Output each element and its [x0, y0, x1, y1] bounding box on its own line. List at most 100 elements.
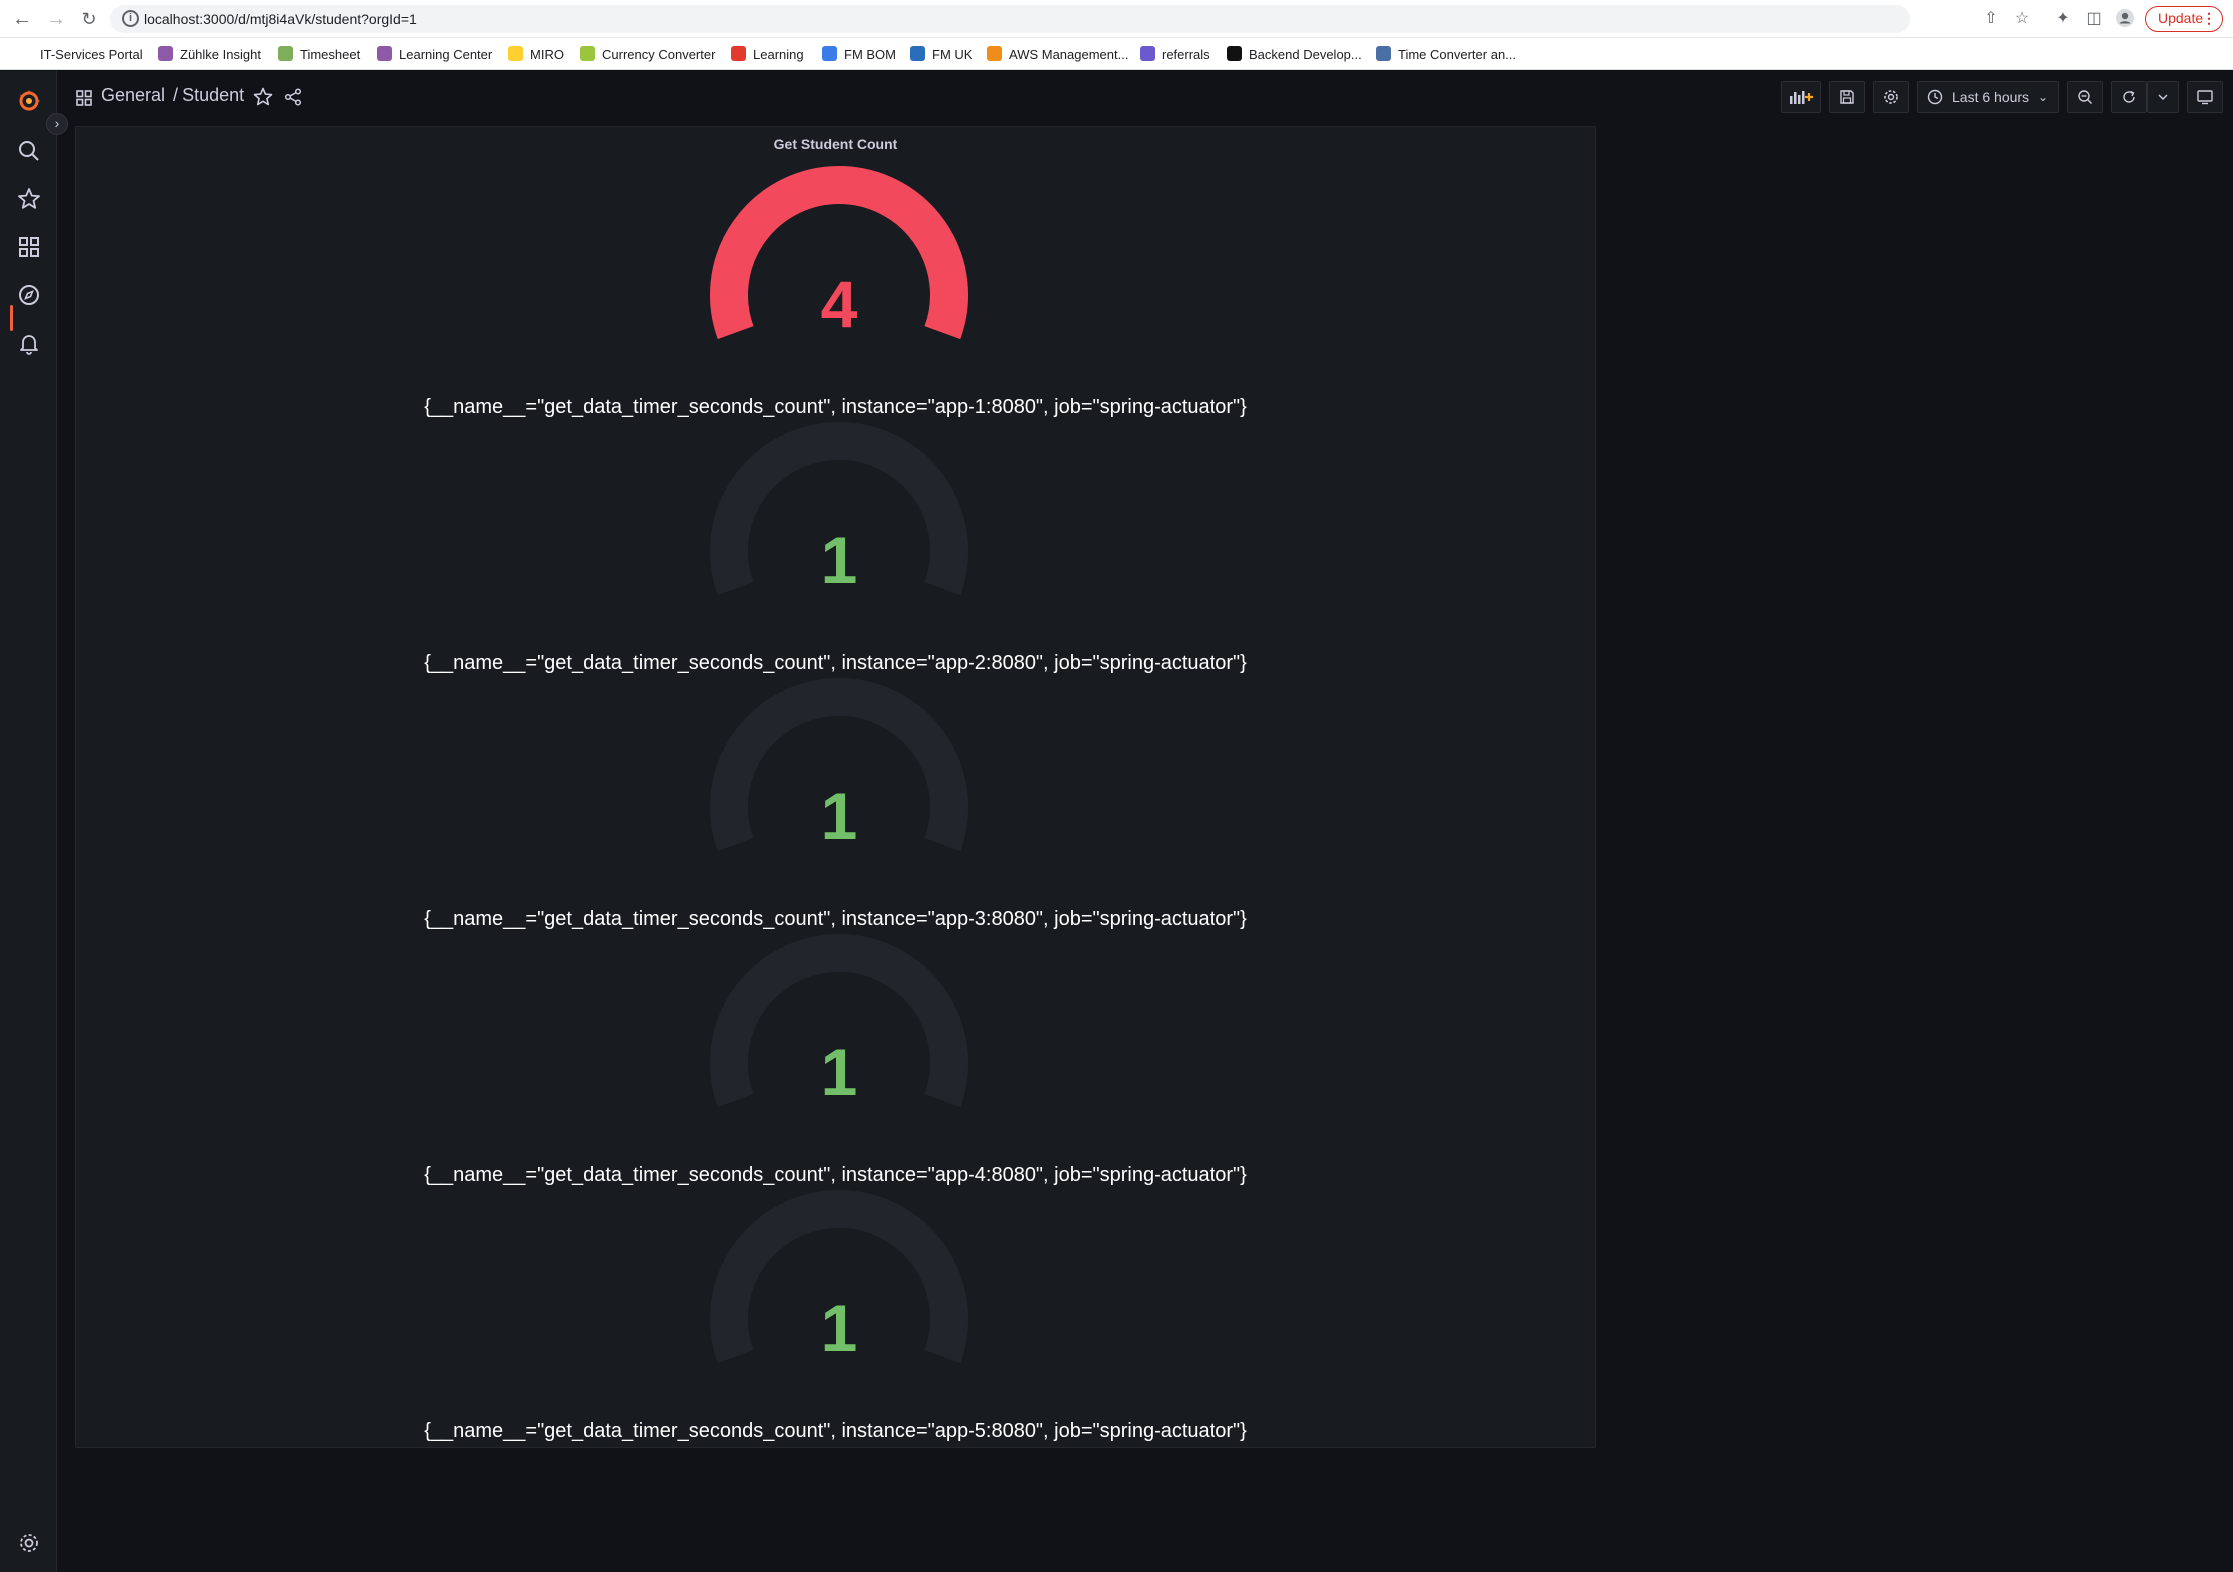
dashboard-navbar: General / Student Last 6 hours ⌄ — [57, 71, 2233, 125]
bookmark-item[interactable]: Zühlke Insight — [158, 46, 261, 64]
gauge: 1 — [710, 678, 968, 853]
bookmark-item[interactable]: Learning — [731, 46, 804, 64]
bookmark-item[interactable]: FM UK — [910, 46, 972, 64]
gauge-item: 1 {__name__="get_data_timer_seconds_count… — [76, 934, 1595, 1195]
bookmark-label: AWS Management... — [1009, 47, 1129, 62]
bookmark-favicon-icon — [822, 46, 837, 61]
bookmark-item[interactable]: Timesheet — [278, 46, 360, 64]
gauge-value: 1 — [821, 1291, 858, 1365]
panel-title[interactable]: Get Student Count — [76, 136, 1595, 152]
update-label: Update — [2158, 10, 2204, 26]
gauge-item: 4 {__name__="get_data_timer_seconds_count… — [76, 166, 1595, 427]
bookmarks-bar: IT-Services Portal Zühlke Insight Timeshee… — [0, 38, 2233, 70]
explore-icon[interactable] — [16, 282, 42, 308]
save-dashboard-button[interactable] — [1829, 81, 1865, 113]
share-page-icon[interactable]: ⇧ — [1980, 8, 2002, 30]
search-icon[interactable] — [16, 138, 42, 164]
breadcrumb-folder[interactable]: General — [101, 85, 165, 105]
zoom-out-icon — [2078, 90, 2092, 104]
bookmark-star-icon[interactable]: ☆ — [2011, 8, 2033, 30]
side-panel-icon[interactable]: ◫ — [2083, 8, 2105, 30]
time-range-picker[interactable]: Last 6 hours ⌄ — [1917, 81, 2059, 113]
gauge: 1 — [710, 422, 968, 597]
bookmark-label: IT-Services Portal — [40, 47, 143, 62]
gauge-value: 1 — [821, 779, 858, 853]
bookmark-label: Learning Center — [399, 47, 493, 62]
share-dashboard-icon[interactable] — [283, 87, 303, 107]
profile-icon[interactable] — [2114, 8, 2136, 30]
save-icon — [1840, 90, 1854, 104]
refresh-button[interactable] — [2111, 81, 2147, 113]
gauge-value: 1 — [821, 523, 858, 597]
bookmark-item[interactable]: Learning Center — [377, 46, 492, 64]
gauge-item: 1 {__name__="get_data_timer_seconds_count… — [76, 678, 1595, 939]
gauge: 4 — [710, 166, 968, 341]
site-info-icon[interactable]: i — [122, 10, 139, 27]
url-text[interactable]: localhost:3000/d/mtj8i4aVk/student?orgId… — [144, 11, 417, 27]
bookmark-item[interactable]: IT-Services Portal — [40, 46, 143, 64]
bookmark-item[interactable]: Currency Converter — [580, 46, 715, 64]
bookmark-label: Learning — [753, 47, 804, 62]
bookmark-favicon-icon — [731, 46, 746, 61]
bookmark-favicon-icon — [158, 46, 173, 61]
back-icon[interactable]: ← — [10, 7, 34, 31]
extensions-icon[interactable]: ✦ — [2052, 8, 2074, 30]
zoom-out-button[interactable] — [2067, 81, 2103, 113]
bookmark-item[interactable]: referrals — [1140, 46, 1210, 64]
refresh-interval-dropdown[interactable] — [2147, 81, 2179, 113]
address-bar[interactable]: i localhost:3000/d/mtj8i4aVk/student?org… — [110, 5, 1910, 33]
gauge-value: 1 — [821, 1035, 858, 1109]
grafana-logo-icon[interactable] — [16, 88, 42, 114]
bookmark-favicon-icon — [1376, 46, 1391, 61]
mark-favorite-star-icon[interactable] — [252, 86, 274, 108]
gauge-series-label: {__name__="get_data_timer_seconds_count"… — [424, 908, 1247, 930]
menu-dots-icon[interactable]: ⋮ — [2202, 7, 2216, 30]
gauge-value: 4 — [821, 267, 858, 341]
bookmark-label: MIRO — [530, 47, 564, 62]
bookmark-label: FM UK — [932, 47, 973, 62]
breadcrumb-dashboard[interactable]: Student — [182, 85, 244, 105]
gauge-series-label: {__name__="get_data_timer_seconds_count"… — [424, 1420, 1247, 1442]
bookmark-favicon-icon — [1140, 46, 1155, 61]
bookmark-item[interactable]: FM BOM — [822, 46, 896, 64]
bookmark-item[interactable]: MIRO — [508, 46, 564, 64]
bookmark-item[interactable]: Time Converter an... — [1376, 46, 1516, 64]
breadcrumb-separator: / — [173, 85, 179, 105]
bookmark-label: Backend Develop... — [1249, 47, 1362, 62]
bookmark-label: FM BOM — [844, 47, 896, 62]
forward-icon[interactable]: → — [44, 7, 68, 31]
update-button[interactable]: Update ⋮ — [2145, 6, 2223, 32]
settings-gear-icon — [1884, 90, 1898, 104]
gauge-series-label: {__name__="get_data_timer_seconds_count"… — [424, 396, 1247, 418]
chevron-down-icon — [2158, 94, 2168, 100]
gauge-item: 1 {__name__="get_data_timer_seconds_count… — [76, 422, 1595, 683]
bookmark-favicon-icon — [508, 46, 523, 61]
gauge-panel[interactable]: Get Student Count 4 {__name__="get_data_t… — [75, 126, 1596, 1448]
bookmark-label: referrals — [1162, 47, 1210, 62]
gauge-series-label: {__name__="get_data_timer_seconds_count"… — [424, 1164, 1247, 1186]
breadcrumb: General / Student — [101, 85, 244, 106]
gauge: 1 — [710, 1190, 968, 1365]
bookmark-favicon-icon — [377, 46, 392, 61]
sidebar — [0, 71, 57, 1572]
browser-toolbar: ← → ↻ i localhost:3000/d/mtj8i4aVk/stude… — [0, 0, 2233, 38]
bookmark-label: Timesheet — [300, 47, 361, 62]
tv-monitor-icon — [2197, 90, 2213, 105]
dashboards-icon[interactable] — [16, 234, 42, 260]
cycle-view-mode-button[interactable] — [2187, 81, 2223, 113]
starred-icon[interactable] — [16, 186, 42, 212]
settings-gear-icon[interactable] — [16, 1530, 42, 1556]
time-range-label: Last 6 hours — [1952, 89, 2030, 105]
bookmark-item[interactable]: AWS Management... — [987, 46, 1128, 64]
reload-icon[interactable]: ↻ — [77, 7, 101, 31]
alerting-bell-icon[interactable] — [16, 330, 42, 356]
add-panel-icon — [1790, 91, 1813, 104]
gauge: 1 — [710, 934, 968, 1109]
dashboard-settings-button[interactable] — [1873, 81, 1909, 113]
bookmark-item[interactable]: Backend Develop... — [1227, 46, 1362, 64]
clock-icon — [1927, 89, 1943, 105]
bookmark-favicon-icon — [1227, 46, 1242, 61]
refresh-icon — [2123, 90, 2135, 103]
bookmark-label: Time Converter an... — [1398, 47, 1517, 62]
add-panel-button[interactable] — [1781, 81, 1821, 113]
